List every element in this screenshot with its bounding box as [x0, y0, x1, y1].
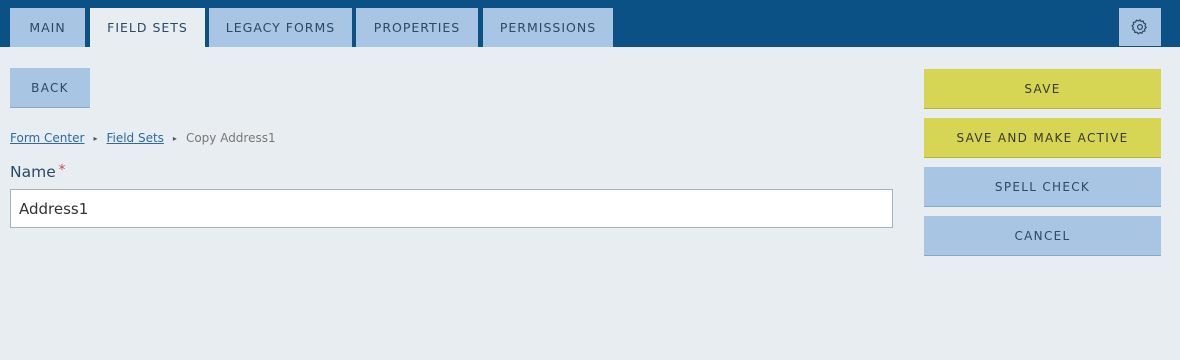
tab-field-sets[interactable]: FIELD SETS — [90, 8, 205, 47]
name-input[interactable] — [10, 189, 893, 228]
cancel-button[interactable]: CANCEL — [924, 216, 1161, 256]
name-field-label: Name * — [10, 163, 65, 181]
required-marker: * — [58, 163, 66, 178]
tab-legacy-forms[interactable]: LEGACY FORMS — [209, 8, 352, 47]
breadcrumb-current: Copy Address1 — [185, 131, 276, 145]
breadcrumb: Form Center ▸ Field Sets ▸ Copy Address1 — [10, 131, 276, 145]
spell-check-button[interactable]: SPELL CHECK — [924, 167, 1161, 207]
breadcrumb-form-center[interactable]: Form Center — [10, 131, 84, 145]
tab-main[interactable]: MAIN — [10, 8, 85, 47]
gear-icon — [1131, 19, 1148, 35]
breadcrumb-separator: ▸ — [172, 133, 177, 143]
breadcrumb-separator: ▸ — [93, 133, 98, 143]
save-and-make-active-button[interactable]: SAVE AND MAKE ACTIVE — [924, 118, 1161, 158]
back-button[interactable]: BACK — [10, 68, 90, 108]
name-label-text: Name — [10, 163, 56, 181]
top-nav-bar: MAIN FIELD SETS LEGACY FORMS PROPERTIES … — [0, 0, 1180, 47]
save-button[interactable]: SAVE — [924, 69, 1161, 109]
tab-permissions[interactable]: PERMISSIONS — [483, 8, 613, 47]
tab-properties[interactable]: PROPERTIES — [356, 8, 478, 47]
settings-button[interactable] — [1119, 8, 1161, 46]
breadcrumb-field-sets[interactable]: Field Sets — [106, 131, 163, 145]
